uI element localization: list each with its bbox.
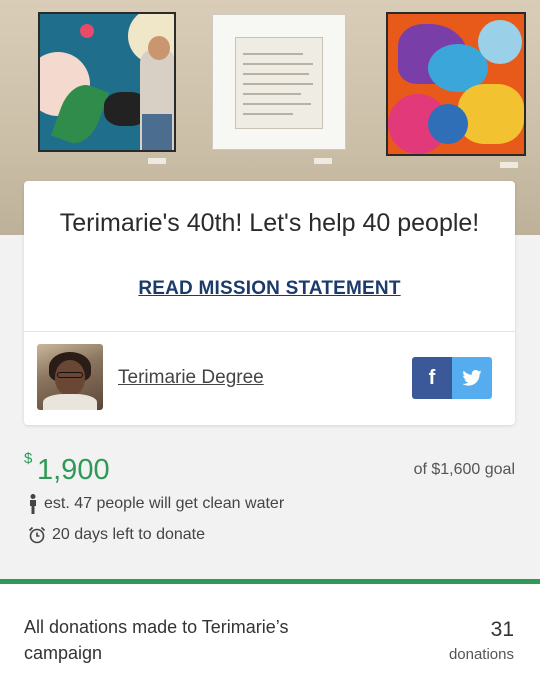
share-buttons: f [412,357,492,399]
mission-statement-link[interactable]: READ MISSION STATEMENT [24,278,515,300]
currency-symbol: $ [24,450,33,467]
donations-description: All donations made to Terimarie’s campai… [24,617,289,663]
divider [24,331,515,332]
painting-right [386,12,526,156]
avatar[interactable] [37,344,103,410]
donations-section: All donations made to Terimarie’s campai… [0,584,540,675]
goal-text: of $1,600 goal [413,461,515,478]
twitter-share-button[interactable] [452,357,492,399]
facebook-icon: f [428,366,436,389]
facebook-share-button[interactable]: f [412,357,452,399]
painting-center [212,14,346,150]
campaign-title: Terimarie's 40th! Let's help 40 people! [59,209,480,237]
donation-count[interactable]: 31 donations [449,618,514,663]
donation-count-number: 31 [490,618,514,641]
people-stat: est. 47 people will get clean water [28,494,284,514]
alarm-clock-icon [28,526,46,544]
donation-count-label: donations [448,646,514,663]
days-left-text: 20 days left to donate [52,526,205,543]
raised-amount: 1,900 [37,454,110,486]
days-stat: 20 days left to donate [28,526,205,544]
twitter-icon [462,370,482,386]
painting-left [38,12,176,152]
organizer-name-link[interactable]: Terimarie Degree [118,367,264,389]
campaign-card: Terimarie's 40th! Let's help 40 people! … [24,181,515,425]
person-icon [30,494,36,514]
people-text: est. 47 people will get clean water [44,495,285,512]
